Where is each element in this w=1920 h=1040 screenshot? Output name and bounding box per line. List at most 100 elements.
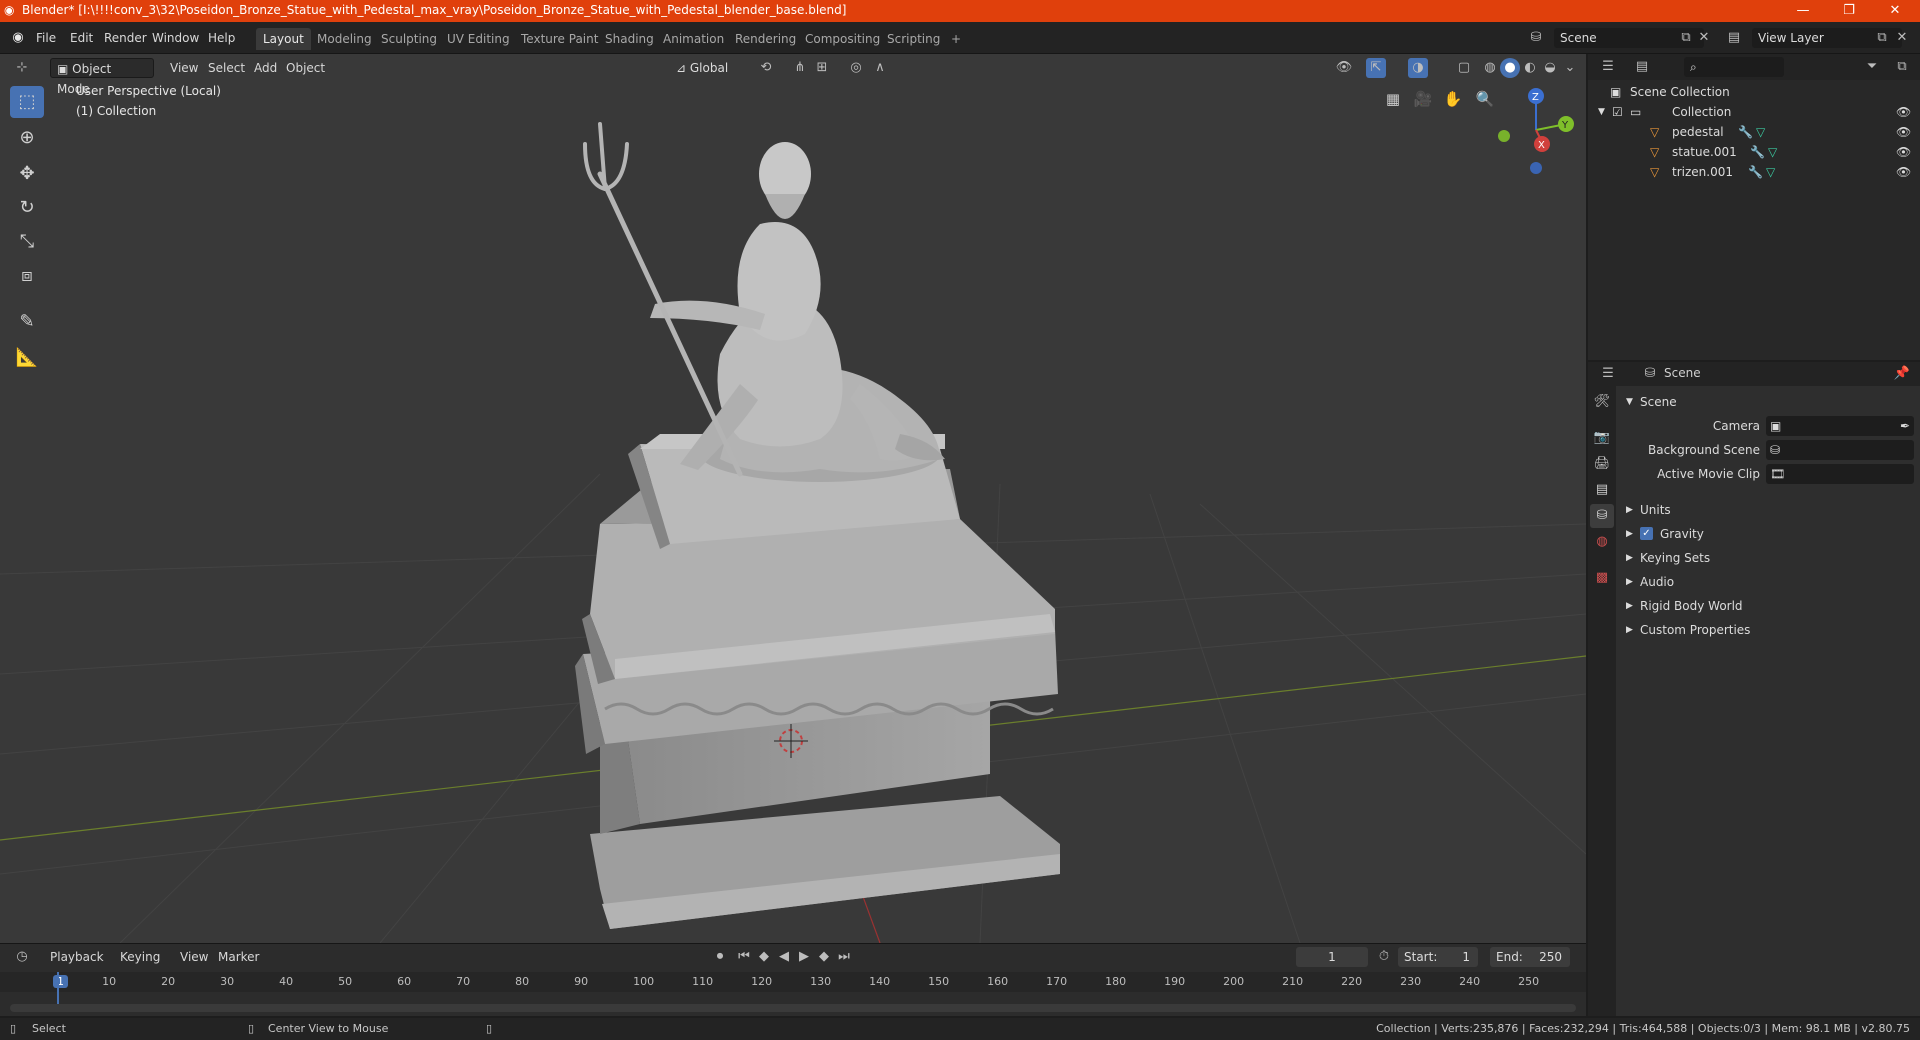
tab-shading[interactable]: Shading (598, 28, 661, 50)
scene-tab-icon[interactable]: ⛁ (1590, 504, 1614, 528)
camera-field[interactable]: ▣ ✒ (1766, 416, 1914, 436)
mesh-data-icon[interactable]: ▽ (1766, 162, 1775, 182)
output-tab-icon[interactable]: 🖨 (1590, 452, 1614, 476)
tab-texture-paint[interactable]: Texture Paint (514, 28, 605, 50)
view-layer-icon[interactable]: ▤ (1724, 28, 1744, 48)
end-frame-field[interactable]: End: 250 (1490, 947, 1570, 967)
menu-view[interactable]: View (164, 58, 204, 78)
menu-render[interactable]: Render (98, 28, 153, 48)
menu-timeline-view[interactable]: View (174, 947, 214, 967)
menu-object[interactable]: Object (280, 58, 331, 78)
select-box-tool-icon[interactable]: ⬚ (10, 86, 44, 118)
shading-options-icon[interactable]: ⌄ (1560, 58, 1580, 78)
rotate-tool-icon[interactable]: ↻ (10, 192, 44, 224)
mesh-data-icon[interactable]: ▽ (1756, 122, 1765, 142)
remove-scene-icon[interactable]: ✕ (1694, 28, 1714, 48)
tab-modeling[interactable]: Modeling (310, 28, 379, 50)
outliner-row-collection[interactable]: ▼ ☑ ▭ Collection 👁 (1588, 102, 1920, 122)
expand-arrow-icon[interactable]: ▶ (1626, 546, 1633, 570)
new-scene-icon[interactable]: ⧉ (1676, 28, 1696, 48)
start-frame-field[interactable]: Start: 1 (1398, 947, 1478, 967)
play-reverse-icon[interactable]: ◀ (774, 947, 794, 967)
scene-icon[interactable]: ⛁ (1526, 28, 1546, 48)
rendered-shading-icon[interactable]: ◒ (1540, 58, 1560, 78)
menu-window[interactable]: Window (146, 28, 205, 48)
current-frame-field[interactable]: 1 (1296, 947, 1368, 967)
menu-file[interactable]: File (30, 28, 62, 48)
expand-arrow-icon[interactable]: ▶ (1626, 522, 1633, 546)
background-scene-field[interactable]: ⛁ (1766, 440, 1914, 460)
proportional-edit-icon[interactable]: ◎ (846, 58, 866, 78)
filter-icon[interactable]: ⏷ (1862, 57, 1882, 77)
outliner-row-trizen[interactable]: ▽ trizen.001 🔧 ▽ 👁 (1588, 162, 1920, 182)
menu-marker[interactable]: Marker (212, 947, 265, 967)
audio-section[interactable]: ▶ Audio (1616, 570, 1920, 594)
texture-tab-icon[interactable]: ▩ (1590, 566, 1614, 590)
new-view-layer-icon[interactable]: ⧉ (1872, 28, 1892, 48)
display-mode-icon[interactable]: ▤ (1632, 57, 1652, 77)
modifier-icon[interactable]: 🔧 (1748, 162, 1763, 182)
active-movie-clip-field[interactable]: 🎞 (1766, 464, 1914, 484)
outliner-row-statue[interactable]: ▽ statue.001 🔧 ▽ 👁 (1588, 142, 1920, 162)
timeline-scrollbar[interactable] (10, 1004, 1576, 1012)
annotate-tool-icon[interactable]: ✎ (10, 306, 44, 338)
object-visibility-icon[interactable]: 👁 (1896, 122, 1911, 142)
menu-select[interactable]: Select (202, 58, 251, 78)
tab-layout[interactable]: Layout (256, 28, 311, 50)
menu-edit[interactable]: Edit (64, 28, 99, 48)
play-icon[interactable]: ▶ (794, 947, 814, 967)
tab-compositing[interactable]: Compositing (798, 28, 887, 50)
properties-editor-icon[interactable]: ☰ (1598, 364, 1618, 384)
pivot-icon[interactable]: ⟲ (756, 58, 776, 78)
transform-tool-icon[interactable]: ⧈ (10, 260, 44, 292)
object-visibility-icon[interactable]: 👁 (1896, 142, 1911, 162)
gravity-checkbox[interactable]: ✓ (1640, 527, 1653, 540)
remove-view-layer-icon[interactable]: ✕ (1892, 28, 1912, 48)
modifier-icon[interactable]: 🔧 (1750, 142, 1765, 162)
menu-help[interactable]: Help (202, 28, 241, 48)
frame-ruler[interactable]: 1 10 20 30 40 50 60 70 80 90 100 110 120 130 140 150 160… (0, 972, 1586, 992)
menu-keying[interactable]: Keying (114, 947, 166, 967)
expand-arrow-icon[interactable]: ▶ (1626, 498, 1633, 522)
custom-properties-section[interactable]: ▶ Custom Properties (1616, 618, 1920, 642)
gravity-section[interactable]: ▶ ✓ Gravity (1616, 522, 1920, 546)
keying-sets-section[interactable]: ▶ Keying Sets (1616, 546, 1920, 570)
world-tab-icon[interactable]: ◍ (1590, 530, 1614, 554)
tab-animation[interactable]: Animation (656, 28, 731, 50)
close-button[interactable]: ✕ (1872, 0, 1918, 22)
outliner-row-scene-collection[interactable]: ▣ Scene Collection (1588, 82, 1920, 102)
mode-selector[interactable]: ▣ Object Mode (50, 58, 154, 96)
menu-add[interactable]: Add (248, 58, 283, 78)
units-section[interactable]: ▶ Units (1616, 498, 1920, 522)
material-shading-icon[interactable]: ◐ (1520, 58, 1540, 78)
jump-end-icon[interactable]: ⏭ (834, 947, 854, 967)
wireframe-shading-icon[interactable]: ◍ (1480, 58, 1500, 78)
collapse-arrow-icon[interactable]: ▼ (1626, 390, 1633, 414)
3d-viewport[interactable]: ⊹ ▣ Object Mode View Select Add Object ⊿… (0, 54, 1586, 943)
prev-keyframe-icon[interactable]: ◆ (754, 947, 774, 967)
xray-icon[interactable]: ▢ (1454, 58, 1474, 78)
rigid-body-world-section[interactable]: ▶ Rigid Body World (1616, 594, 1920, 618)
expand-arrow-icon[interactable]: ▶ (1626, 618, 1633, 642)
editor-type-icon[interactable]: ⊹ (12, 58, 32, 78)
falloff-icon[interactable]: ∧ (870, 58, 890, 78)
snap-target-icon[interactable]: ⊞ (812, 58, 832, 78)
pin-icon[interactable]: 📌 (1892, 364, 1912, 384)
pan-hand-icon[interactable]: ✋ (1440, 86, 1466, 112)
tab-sculpting[interactable]: Sculpting (374, 28, 444, 50)
tool-tab-icon[interactable]: 🛠 (1590, 390, 1614, 414)
scale-tool-icon[interactable]: ⤡ (10, 226, 44, 258)
eyedropper-icon[interactable]: ✒ (1900, 414, 1910, 438)
overlay-toggle-icon[interactable]: ◑ (1408, 58, 1428, 78)
tab-scripting[interactable]: Scripting (880, 28, 947, 50)
clock-icon[interactable]: ⏱ (1374, 947, 1394, 967)
scene-panel-header[interactable]: ▼ Scene (1616, 390, 1920, 414)
solid-shading-icon[interactable]: ● (1500, 58, 1520, 78)
outliner-row-pedestal[interactable]: ▽ pedestal 🔧 ▽ 👁 (1588, 122, 1920, 142)
menu-playback[interactable]: Playback (44, 947, 110, 967)
transform-orientation[interactable]: ⊿ Global (670, 58, 746, 78)
gizmo-toggle-icon[interactable]: ⇱ (1366, 58, 1386, 78)
modifier-icon[interactable]: 🔧 (1738, 122, 1753, 142)
new-collection-icon[interactable]: ⧉ (1892, 57, 1912, 77)
outliner-search-input[interactable]: ⌕ (1684, 57, 1784, 77)
